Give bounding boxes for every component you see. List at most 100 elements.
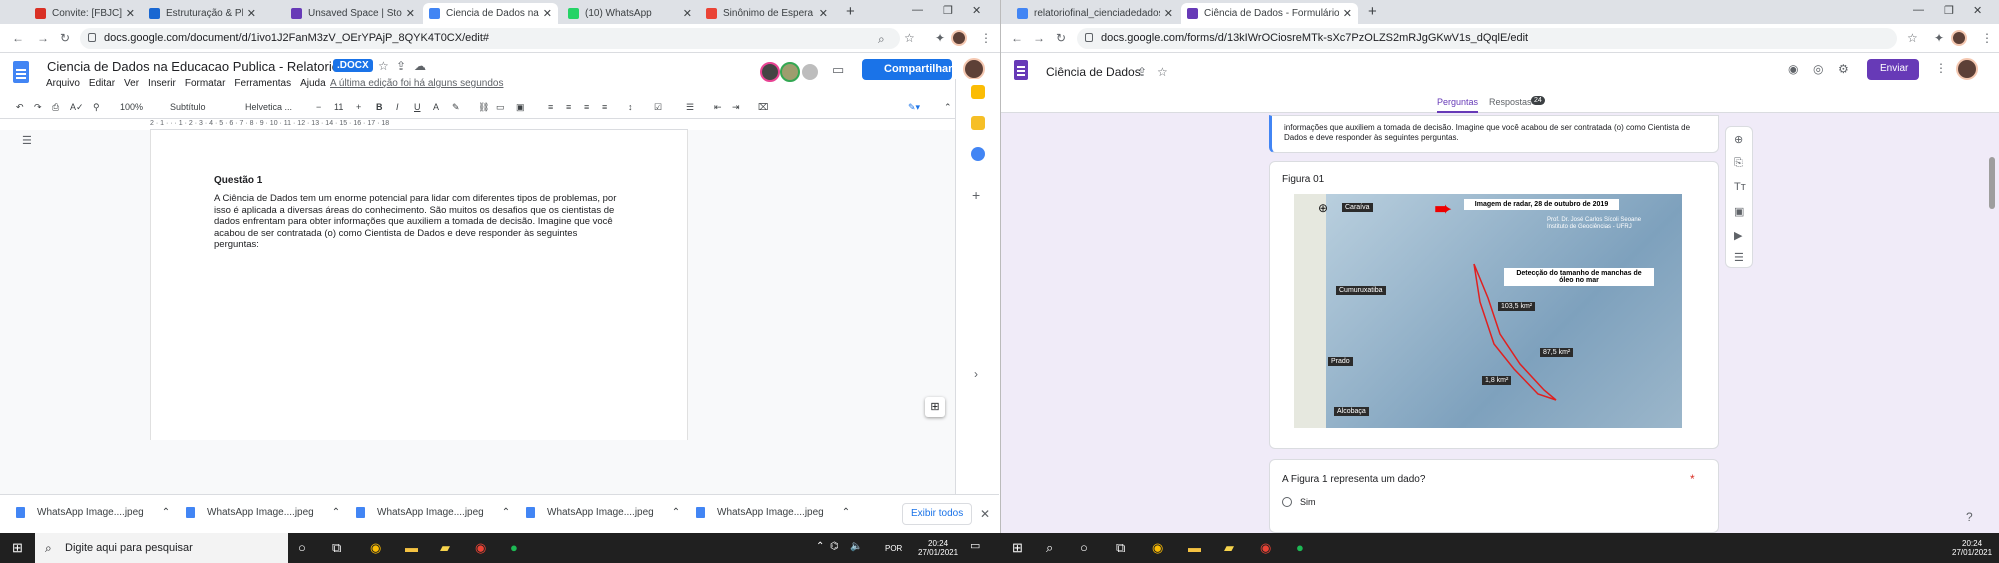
language-indicator[interactable]: POR xyxy=(885,544,902,553)
download-item[interactable]: WhatsApp Image....jpeg ⌃ xyxy=(356,507,510,518)
new-tab-icon[interactable]: + xyxy=(846,3,855,20)
add-section-icon[interactable]: ☰ xyxy=(1734,251,1744,264)
download-item[interactable]: WhatsApp Image....jpeg ⌃ xyxy=(696,507,850,518)
send-button[interactable]: Enviar xyxy=(1867,59,1919,80)
clock[interactable]: 20:24 27/01/2021 xyxy=(1952,539,1992,557)
decrease-indent-icon[interactable]: ⇤ xyxy=(714,102,722,113)
file-explorer-icon[interactable]: ▬ xyxy=(1188,540,1201,555)
browser-tab[interactable]: Estruturação & Planeja ✕ xyxy=(143,3,262,24)
search-icon[interactable]: ⌕ xyxy=(1046,540,1053,556)
reload-icon[interactable]: ↻ xyxy=(1056,31,1066,45)
description-card[interactable]: informações que auxiliem a tomada de dec… xyxy=(1269,115,1719,153)
editing-mode-icon[interactable]: ✎▾ xyxy=(908,102,920,113)
forward-icon[interactable]: → xyxy=(37,31,49,45)
extensions-icon[interactable]: ✦ xyxy=(1934,31,1944,45)
redo-icon[interactable]: ↷ xyxy=(34,102,42,113)
form-title[interactable]: Ciência de Dados xyxy=(1046,65,1141,79)
paint-format-icon[interactable]: ⚲ xyxy=(93,102,100,113)
align-justify-icon[interactable]: ≡ xyxy=(602,102,607,112)
clock[interactable]: 20:24 27/01/2021 xyxy=(918,539,958,557)
add-video-icon[interactable]: ▶ xyxy=(1734,229,1742,242)
collaborator-avatar[interactable] xyxy=(760,62,780,82)
align-right-icon[interactable]: ≡ xyxy=(584,102,589,112)
minimize-icon[interactable]: — xyxy=(1913,4,1924,16)
browser-tab[interactable]: (10) WhatsApp ✕ xyxy=(562,3,698,24)
image-icon[interactable]: ▣ xyxy=(516,102,525,113)
radio-option[interactable] xyxy=(1282,497,1292,507)
spotify-icon[interactable]: ● xyxy=(510,540,518,555)
collaborator-avatar[interactable] xyxy=(780,62,800,82)
forms-logo-icon[interactable] xyxy=(1014,60,1028,80)
tab-respostas[interactable]: Respostas xyxy=(1489,97,1532,107)
explore-icon[interactable]: ⊞ xyxy=(925,397,945,417)
style-select[interactable]: Subtítulo xyxy=(170,102,206,112)
browser-tab[interactable]: Unsaved Space | Storie ✕ xyxy=(285,3,421,24)
browser-tab[interactable]: Sinônimo de Espera - S ✕ xyxy=(700,3,834,24)
tab-perguntas[interactable]: Perguntas xyxy=(1437,97,1479,113)
move-folder-icon[interactable]: ⇪ xyxy=(396,59,406,73)
close-icon[interactable]: ✕ xyxy=(126,7,135,20)
star-icon[interactable]: ☆ xyxy=(1157,65,1168,79)
menu-ver[interactable]: Ver xyxy=(124,78,139,89)
close-icon[interactable]: ✕ xyxy=(819,7,828,20)
keep-icon[interactable] xyxy=(971,116,985,130)
restore-icon[interactable]: ❐ xyxy=(1944,4,1954,17)
windows-start-icon[interactable]: ⊞ xyxy=(12,540,23,556)
chevron-up-icon[interactable]: ⌃ xyxy=(502,507,510,518)
reload-icon[interactable]: ↻ xyxy=(60,31,70,45)
scrollbar-thumb[interactable] xyxy=(1989,157,1995,209)
share-button[interactable]: Compartilhar xyxy=(862,59,952,80)
add-question-icon[interactable]: ⊕ xyxy=(1734,133,1743,146)
increase-indent-icon[interactable]: ⇥ xyxy=(732,102,740,113)
add-title-icon[interactable]: Tт xyxy=(1734,181,1746,193)
taskbar-search[interactable]: ⌕ Digite aqui para pesquisar xyxy=(35,533,288,563)
menu-arquivo[interactable]: Arquivo xyxy=(46,78,80,89)
underline-icon[interactable]: U xyxy=(414,102,421,112)
add-image-icon[interactable]: ▣ xyxy=(1734,205,1744,218)
clear-format-icon[interactable]: ⌧ xyxy=(758,102,768,113)
search-icon[interactable]: ⌕ xyxy=(878,32,885,47)
close-icon[interactable]: ✕ xyxy=(1164,7,1173,20)
print-icon[interactable]: ⎙ xyxy=(52,102,59,113)
browser-tab[interactable]: Convite: [FBJC] Reunião ✕ xyxy=(29,3,141,24)
comment-icon[interactable]: ▭ xyxy=(832,62,844,78)
menu-editar[interactable]: Editar xyxy=(89,78,115,89)
star-icon[interactable]: ☆ xyxy=(378,59,389,73)
decrease-size-icon[interactable]: − xyxy=(316,102,321,112)
tray-up-icon[interactable]: ⌃ xyxy=(816,542,824,552)
star-icon[interactable]: ☆ xyxy=(904,31,915,45)
back-icon[interactable]: ← xyxy=(1011,31,1023,45)
last-edit-link[interactable]: A última edição foi há alguns segundos xyxy=(330,78,503,89)
text-color-icon[interactable]: A xyxy=(433,102,439,112)
chrome-profile-icon[interactable]: ◉ xyxy=(475,540,486,556)
sticky-notes-icon[interactable]: ▰ xyxy=(440,540,450,556)
align-left-icon[interactable]: ≡ xyxy=(548,102,553,112)
palette-icon[interactable]: ◉ xyxy=(1788,62,1798,76)
back-icon[interactable]: ← xyxy=(12,31,24,45)
profile-avatar[interactable] xyxy=(1956,58,1978,80)
docs-logo-icon[interactable] xyxy=(13,61,29,83)
restore-icon[interactable]: ❐ xyxy=(943,4,953,17)
forward-icon[interactable]: → xyxy=(1033,31,1045,45)
url-bar[interactable]: docs.google.com/document/d/1ivo1J2FanM3z… xyxy=(80,28,900,49)
ruler[interactable]: 2 · 1 · · · 1 · 2 · 3 · 4 · 5 · 6 · 7 · … xyxy=(150,120,688,130)
increase-size-icon[interactable]: + xyxy=(356,102,361,112)
network-icon[interactable]: ⌬ xyxy=(830,542,839,552)
expand-panel-icon[interactable]: › xyxy=(974,367,978,381)
close-window-icon[interactable]: ✕ xyxy=(1973,4,1982,17)
notifications-icon[interactable]: ▭ xyxy=(970,541,980,552)
sticky-notes-icon[interactable]: ▰ xyxy=(1224,540,1234,556)
font-select[interactable]: Helvetica ... xyxy=(245,102,292,112)
cortana-icon[interactable]: ○ xyxy=(298,540,306,555)
menu-dots-icon[interactable]: ⋮ xyxy=(980,31,992,45)
bold-icon[interactable]: B xyxy=(376,102,383,112)
chrome-icon[interactable]: ◉ xyxy=(1152,540,1163,556)
profile-avatar[interactable] xyxy=(951,30,967,46)
show-all-button[interactable]: Exibir todos xyxy=(902,503,973,525)
chrome-profile-icon[interactable]: ◉ xyxy=(1260,540,1271,556)
question-card[interactable]: A Figura 1 representa um dado? * Sim xyxy=(1269,459,1719,533)
spellcheck-icon[interactable]: A✓ xyxy=(70,102,84,113)
windows-start-icon[interactable]: ⊞ xyxy=(1012,540,1023,556)
extensions-icon[interactable]: ✦ xyxy=(935,31,945,45)
close-window-icon[interactable]: ✕ xyxy=(972,4,981,17)
